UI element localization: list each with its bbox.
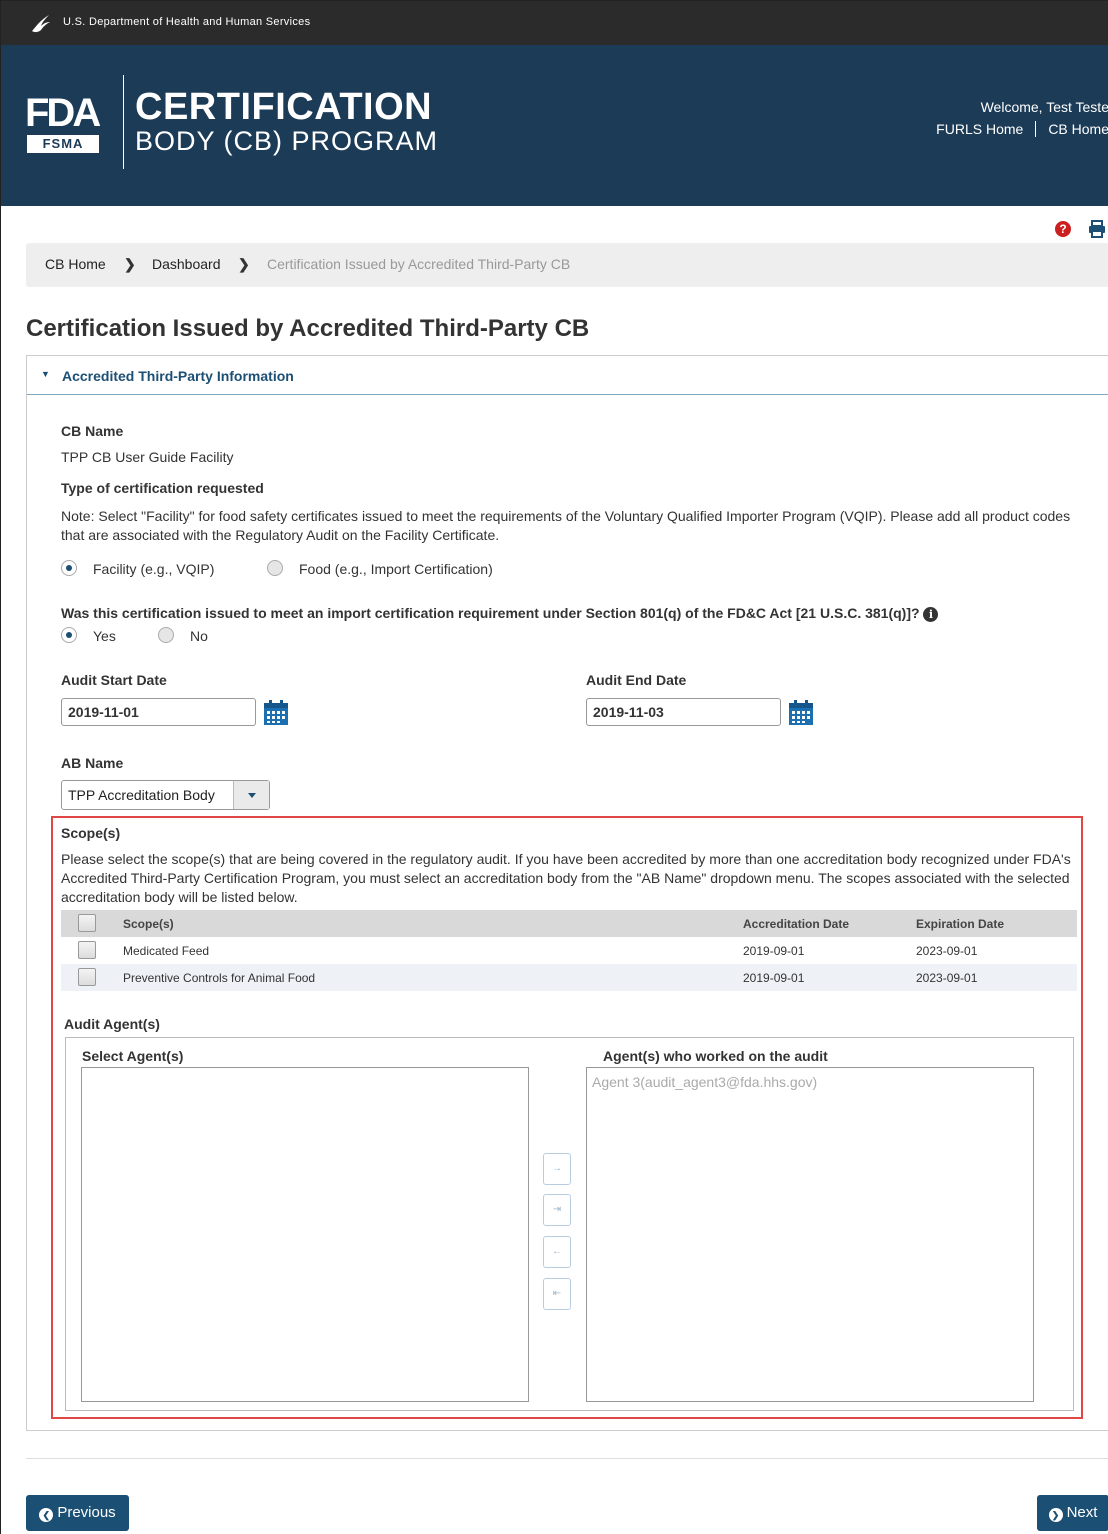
link-separator [1035,121,1037,137]
import-yes-radio[interactable] [61,627,77,643]
program-subtitle: BODY (CB) PROGRAM [135,126,439,156]
fda-fsma-logo: FDA FSMA [25,93,105,155]
question-circle-icon[interactable]: ? [1055,221,1071,237]
calendar-icon[interactable] [788,700,814,726]
table-header: Scope(s) Accreditation Date Expiration D… [61,910,1077,937]
ab-name-select[interactable]: TPP Accreditation Body [61,780,270,810]
panel-header[interactable]: ▼ Accredited Third-Party Information [27,356,1108,395]
audit-start-date-input[interactable]: 2019-11-01 [61,698,256,726]
selected-agents-list[interactable]: Agent 3(audit_agent3@fda.hhs.gov) [586,1067,1034,1402]
previous-button[interactable]: ❮ Previous [26,1495,129,1531]
page-title: Certification Issued by Accredited Third… [26,315,590,342]
col-scope: Scope(s) [123,917,174,931]
chevron-right-icon: ❯ [1048,1508,1063,1522]
move-left-button[interactable]: ← [543,1236,571,1268]
table-row: Medicated Feed 2019-09-01 2023-09-01 [61,937,1077,964]
breadcrumb-cb-home[interactable]: CB Home [45,256,106,272]
panel-heading: Accredited Third-Party Information [62,368,294,384]
hhs-eagle-logo-icon [32,15,50,33]
selected-agents-label: Agent(s) who worked on the audit [603,1048,828,1064]
import-question-text: Was this certification issued to meet an… [61,605,920,621]
food-radio-label: Food (e.g., Import Certification) [299,561,493,577]
cb-name-label: CB Name [61,423,124,439]
fda-logo-text: FDA [25,91,101,135]
next-button[interactable]: ❯ Next [1037,1495,1108,1531]
header-links: FURLS Home CB Home [936,121,1108,137]
table-row: Preventive Controls for Animal Food 2019… [61,964,1077,991]
scopes-description: Please select the scope(s) that are bein… [61,851,1071,905]
move-all-left-button[interactable]: ⇤ [543,1278,571,1310]
audit-agents-label: Audit Agent(s) [64,1016,160,1032]
cb-name-value: TPP CB User Guide Facility [61,449,234,465]
available-agents-list[interactable] [81,1067,529,1402]
list-item[interactable]: Agent 3(audit_agent3@fda.hhs.gov) [592,1074,817,1090]
ab-name-label: AB Name [61,755,124,771]
fsma-logo-text: FSMA [27,135,99,153]
caret-down-icon: ▼ [41,369,50,379]
ab-name-selected: TPP Accreditation Body [68,787,215,803]
breadcrumb-current: Certification Issued by Accredited Third… [267,256,571,272]
agency-name: U.S. Department of Health and Human Serv… [63,16,311,28]
hhs-top-bar: U.S. Department of Health and Human Serv… [1,1,1108,45]
col-expiration-date: Expiration Date [916,917,1005,931]
breadcrumb-dashboard[interactable]: Dashboard [152,256,221,272]
audit-end-date-input[interactable]: 2019-11-03 [586,698,781,726]
import-no-radio[interactable] [158,627,174,643]
select-all-checkbox[interactable] [78,914,96,932]
scope-name: Preventive Controls for Animal Food [123,971,316,985]
cb-home-link[interactable]: CB Home [1048,121,1108,137]
import-no-label: No [190,628,208,644]
expiration-date: 2023-09-01 [916,971,978,985]
scope-name: Medicated Feed [123,944,210,958]
info-circle-icon[interactable]: i [923,607,939,622]
import-question: Was this certification issued to meet an… [61,605,939,622]
program-banner: FDA FSMA CERTIFICATION BODY (CB) PROGRAM… [1,45,1108,206]
cert-type-label: Type of certification requested [61,480,264,496]
previous-label: Previous [57,1504,116,1521]
calendar-icon[interactable] [263,700,289,726]
scopes-label: Scope(s) [61,825,121,841]
audit-end-label: Audit End Date [586,672,687,688]
furls-home-link[interactable]: FURLS Home [936,121,1023,137]
accreditation-date: 2019-09-01 [743,944,805,958]
audit-start-label: Audit Start Date [61,672,167,688]
food-radio[interactable] [267,560,283,576]
next-label: Next [1066,1504,1098,1521]
col-accreditation-date: Accreditation Date [743,917,850,931]
move-right-button[interactable]: → [543,1153,571,1185]
accreditation-date: 2019-09-01 [743,971,805,985]
printer-icon[interactable] [1087,219,1107,239]
chevron-left-icon: ❮ [39,1508,54,1522]
program-title: CERTIFICATION [135,86,433,128]
chevron-right-icon: ❯ [124,256,136,272]
import-yes-label: Yes [93,628,116,644]
expiration-date: 2023-09-01 [916,944,978,958]
select-agents-label: Select Agent(s) [82,1048,184,1064]
breadcrumb: CB Home ❯ Dashboard ❯ Certification Issu… [26,243,1108,287]
banner-divider [123,75,124,169]
row-checkbox[interactable] [78,941,96,959]
footer-divider [26,1458,1108,1459]
chevron-right-icon: ❯ [238,256,250,272]
welcome-text: Welcome, Test Teste [980,99,1108,115]
facility-radio-label: Facility (e.g., VQIP) [93,561,215,577]
caret-down-icon[interactable] [233,781,269,809]
move-all-right-button[interactable]: ⇥ [543,1194,571,1226]
row-checkbox[interactable] [78,968,96,986]
facility-radio[interactable] [61,560,77,576]
cert-type-note: Note: Select "Facility" for food safety … [61,508,1071,543]
